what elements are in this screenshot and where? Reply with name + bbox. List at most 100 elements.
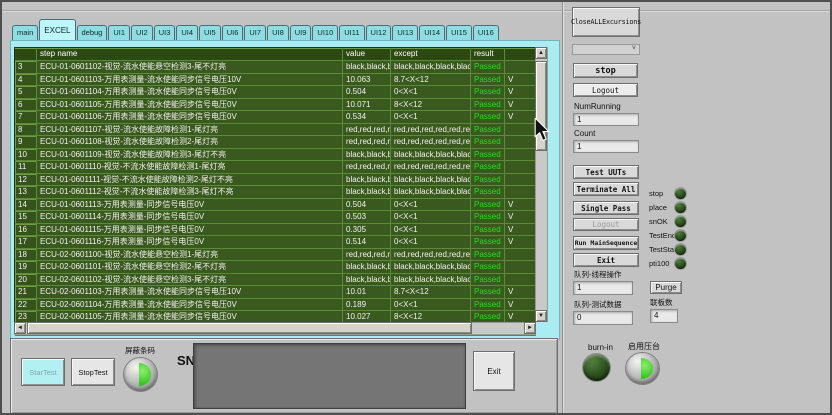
scroll-right-icon[interactable]: ► <box>524 322 536 334</box>
scroll-down-icon[interactable]: ▼ <box>535 310 547 322</box>
tab-ui14[interactable]: UI14 <box>419 25 445 40</box>
tab-ui10[interactable]: UI10 <box>312 25 338 40</box>
tab-ui12[interactable]: UI12 <box>366 25 392 40</box>
start-test-button[interactable]: StarTest <box>21 358 65 386</box>
scroll-left-icon[interactable]: ◄ <box>14 322 26 334</box>
table-row[interactable]: 22ECU-02-0601104-万用表测量-流水使能同步信号电压0V0.189… <box>15 299 534 312</box>
horizontal-scroll-thumb[interactable] <box>27 322 472 334</box>
exit-button[interactable]: Exit <box>473 351 515 391</box>
burn-in-led <box>583 354 610 381</box>
cell-result: Passed <box>471 199 505 212</box>
queue-data-field[interactable]: 0 <box>573 311 633 325</box>
cell-step: ECU-01-0601114-万用表测量-同步信号电压0V <box>37 211 343 224</box>
tab-main[interactable]: main <box>12 25 38 40</box>
tab-ui9[interactable]: UI9 <box>290 25 312 40</box>
num-running-field[interactable]: 1 <box>573 113 639 126</box>
purge-button[interactable]: Purge <box>650 281 682 294</box>
cell-step: ECU-02-0601101-视觉-流水使能悬空检测2-尾不灯亮 <box>37 261 343 274</box>
pti100-led <box>675 258 686 269</box>
cell-except: 0<X<1 <box>391 236 471 249</box>
table-row[interactable]: 9ECU-01-0601108-视觉-流水使能故障检测2-尾灯亮red,red,… <box>15 136 534 149</box>
table-row[interactable]: 20ECU-02-0601102-视觉-流水使能悬空检测3-尾不灯亮black,… <box>15 274 534 287</box>
cell-result: Passed <box>471 74 505 87</box>
tab-ui3[interactable]: UI3 <box>154 25 176 40</box>
exit-sequence-button[interactable]: Exit <box>573 253 639 267</box>
tab-debug[interactable]: debug <box>77 25 108 40</box>
single-pass-button[interactable]: Single Pass <box>573 201 639 215</box>
table-row[interactable]: 14ECU-01-0601113-万用表测量-同步信号电压0V0.5040<X<… <box>15 199 534 212</box>
cell-result: Passed <box>471 236 505 249</box>
cell-result: Passed <box>471 99 505 112</box>
press-enable-toggle[interactable] <box>626 353 659 384</box>
column-header: step name <box>37 48 343 61</box>
led-row-teststart: TestStart <box>649 244 686 255</box>
cell-except: 0<X<1 <box>391 86 471 99</box>
cell-check <box>505 124 536 137</box>
table-row[interactable]: 12ECU-01-0601111-视觉-不流水使能故障检测2-尾灯不亮black… <box>15 174 534 187</box>
tab-ui7[interactable]: UI7 <box>244 25 266 40</box>
table-row[interactable]: 19ECU-02-0601101-视觉-流水使能悬空检测2-尾不灯亮black,… <box>15 261 534 274</box>
cell-num: 19 <box>15 261 37 274</box>
vertical-scroll-thumb[interactable] <box>535 61 547 151</box>
count-field[interactable]: 1 <box>573 140 639 153</box>
close-all-excursions-button[interactable]: CloseALLExcursions <box>572 7 640 37</box>
table-row[interactable]: 21ECU-02-0601103-万用表测量-流水使能同步信号电压10V10.0… <box>15 286 534 299</box>
logout-button[interactable]: Logout <box>573 83 638 97</box>
tab-ui6[interactable]: UI6 <box>222 25 244 40</box>
cell-num: 5 <box>15 86 37 99</box>
results-table-body: 3ECU-01-0601102-视觉-流水使能悬空检测3-尾不灯亮black,b… <box>15 61 534 336</box>
excursion-dropdown[interactable]: ˅ <box>572 44 640 55</box>
test-uuts-button[interactable]: Test UUTs <box>573 165 639 179</box>
cell-num: 4 <box>15 74 37 87</box>
table-row[interactable]: 13ECU-01-0601112-视觉-不流水使能故障检测3-尾灯不亮black… <box>15 186 534 199</box>
table-row[interactable]: 7ECU-01-0601106-万用表测量-流水使能同步信号电压0V0.5340… <box>15 111 534 124</box>
table-row[interactable]: 8ECU-01-0601107-视觉-流水使能故障检测1-尾灯亮red,red,… <box>15 124 534 137</box>
tab-ui4[interactable]: UI4 <box>176 25 198 40</box>
queue-thread-field[interactable]: 1 <box>573 281 633 295</box>
stop-button[interactable]: stop <box>573 63 638 78</box>
cell-step: ECU-01-0601113-万用表测量-同步信号电压0V <box>37 199 343 212</box>
table-row[interactable]: 6ECU-01-0601105-万用表测量-流水使能同步信号电压0V10.071… <box>15 99 534 112</box>
tab-ui1[interactable]: UI1 <box>108 25 130 40</box>
table-row[interactable]: 5ECU-01-0601104-万用表测量-流水使能同步信号电压0V0.5040… <box>15 86 534 99</box>
barcode-mask-toggle[interactable] <box>124 358 157 391</box>
tab-ui2[interactable]: UI2 <box>131 25 153 40</box>
tab-ui16[interactable]: UI16 <box>473 25 499 40</box>
table-row[interactable]: 4ECU-01-0601103-万用表测量-流水使能同步信号电压10V10.06… <box>15 74 534 87</box>
cell-except: 0<X<1 <box>391 224 471 237</box>
terminate-all-button[interactable]: Terminate All <box>573 182 639 196</box>
cell-except: 8.7<X<12 <box>391 74 471 87</box>
led-row-testend: TestEnd <box>649 230 686 241</box>
tab-ui8[interactable]: UI8 <box>267 25 289 40</box>
board-count-field[interactable]: 4 <box>650 309 678 323</box>
stop-test-button[interactable]: StopTest <box>71 358 115 386</box>
tab-ui15[interactable]: UI15 <box>446 25 472 40</box>
scroll-up-icon[interactable]: ▲ <box>535 47 547 59</box>
table-row[interactable]: 17ECU-01-0601116-万用表测量-同步信号电压0V0.5140<X<… <box>15 236 534 249</box>
table-row[interactable]: 15ECU-01-0601114-万用表测量-同步信号电压0V0.5030<X<… <box>15 211 534 224</box>
led-label: stop <box>649 189 675 198</box>
table-header-row: step namevalueexceptresult <box>15 48 534 61</box>
led-row-stop: stop <box>649 188 686 199</box>
cell-result: Passed <box>471 224 505 237</box>
table-row[interactable]: 16ECU-01-0601115-万用表测量-同步信号电压0V0.3050<X<… <box>15 224 534 237</box>
cell-num: 3 <box>15 61 37 74</box>
table-row[interactable]: 18ECU-02-0601100-视觉-流水使能悬空检测1-尾灯亮red,red… <box>15 249 534 262</box>
cell-result: Passed <box>471 249 505 262</box>
vertical-scrollbar[interactable]: ▲ ▼ <box>535 47 548 322</box>
table-row[interactable]: 10ECU-01-0601109-视觉-流水使能故障检测3-尾灯不亮black,… <box>15 149 534 162</box>
horizontal-scrollbar[interactable]: ◄ ► <box>14 322 536 335</box>
cell-step: ECU-01-0601108-视觉-流水使能故障检测2-尾灯亮 <box>37 136 343 149</box>
cell-except: black,black,black,black, <box>391 149 471 162</box>
logout-disabled-button[interactable]: Logout <box>573 218 639 231</box>
snok-led <box>675 216 686 227</box>
cell-value: 0.534 <box>343 111 391 124</box>
tab-excel[interactable]: EXCEL <box>39 19 75 40</box>
tab-ui13[interactable]: UI13 <box>392 25 418 40</box>
tab-ui11[interactable]: UI11 <box>339 25 364 40</box>
table-row[interactable]: 3ECU-01-0601102-视觉-流水使能悬空检测3-尾不灯亮black,b… <box>15 61 534 74</box>
table-row[interactable]: 11ECU-01-0601110-视觉-不流水使能故障检测1-尾灯亮red,re… <box>15 161 534 174</box>
run-main-sequence-button[interactable]: Run MainSequence <box>573 236 639 250</box>
cell-num: 20 <box>15 274 37 287</box>
tab-ui5[interactable]: UI5 <box>199 25 221 40</box>
